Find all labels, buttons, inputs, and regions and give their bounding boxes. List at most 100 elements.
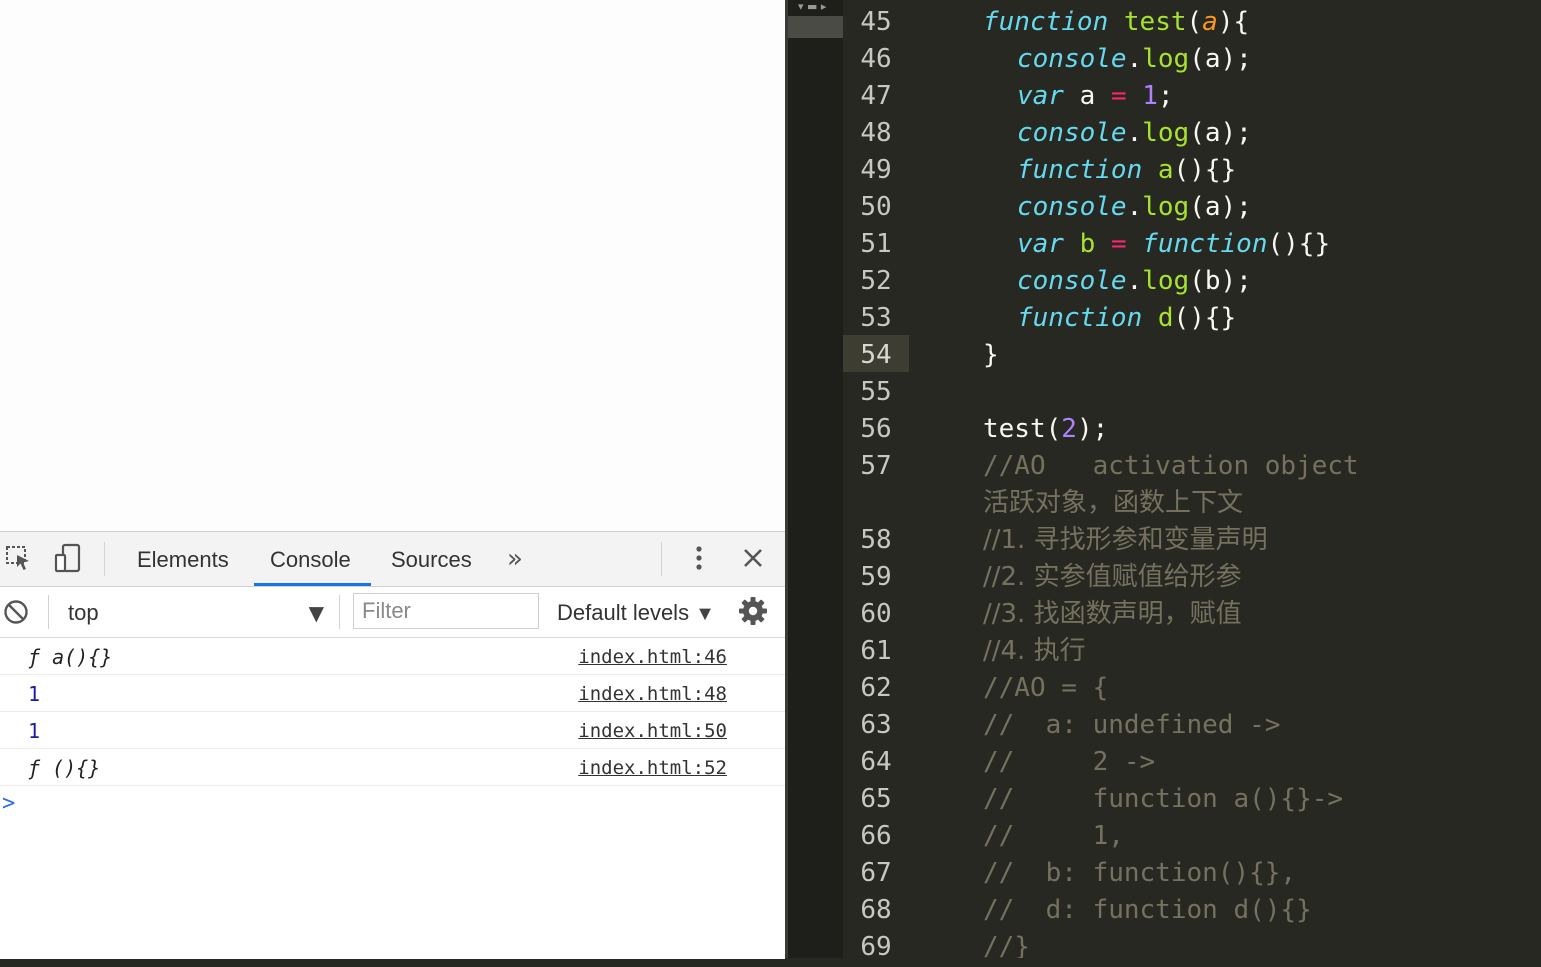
code-line: 活跃对象，函数上下文 bbox=[983, 483, 1243, 520]
code-token: function bbox=[983, 7, 1109, 37]
code-token: (a); bbox=[1189, 44, 1252, 74]
line-number: 66 bbox=[860, 821, 892, 851]
code-line: console.log(b); bbox=[1017, 261, 1252, 298]
code-token: function bbox=[1142, 229, 1268, 259]
code-token: d bbox=[1157, 303, 1174, 333]
line-number: 63 bbox=[860, 710, 892, 740]
code-line: } bbox=[983, 335, 999, 372]
console-log-source-link[interactable]: index.html:52 bbox=[578, 749, 727, 787]
console-log-message: ƒ a(){} bbox=[28, 645, 113, 669]
code-line: console.log(a); bbox=[1017, 113, 1252, 150]
code-line: //2. 实参值赋值给形参 bbox=[983, 557, 1242, 594]
code-token: 2 bbox=[1061, 414, 1077, 444]
tab-sources[interactable]: Sources bbox=[391, 532, 472, 586]
toolbar-divider bbox=[104, 542, 105, 576]
line-number: 55 bbox=[860, 377, 892, 407]
code-line: // function a(){}-> bbox=[983, 779, 1343, 816]
filter-input[interactable] bbox=[353, 593, 539, 629]
code-token: // d: function d(){} bbox=[983, 895, 1312, 925]
tab-elements[interactable]: Elements bbox=[137, 532, 229, 586]
line-number: 61 bbox=[860, 636, 892, 666]
code-token: (){} bbox=[1173, 155, 1237, 185]
browser-pane: Elements Console Sources » top ▼ Filter … bbox=[0, 0, 785, 959]
clear-console-icon[interactable] bbox=[0, 596, 32, 628]
inspect-element-icon[interactable] bbox=[2, 542, 34, 574]
context-selector[interactable]: top ▼ bbox=[52, 595, 330, 629]
dropdown-arrow-icon: ▼ bbox=[695, 603, 715, 625]
code-line: // b: function(){}, bbox=[983, 853, 1296, 890]
code-line: //3. 找函数声明，赋值 bbox=[983, 594, 1242, 631]
code-token: 活跃对象，函数上下文 bbox=[983, 488, 1244, 518]
editor-minimap[interactable]: ▾ ▬ ▸ bbox=[788, 0, 843, 958]
code-line: function d(){} bbox=[1017, 298, 1236, 335]
code-line: //1. 寻找形参和变量声明 bbox=[983, 520, 1268, 557]
device-toolbar-icon[interactable] bbox=[52, 542, 84, 574]
console-log-source-link[interactable]: index.html:50 bbox=[578, 712, 727, 750]
console-log-row: 1 index.html:48 bbox=[0, 675, 785, 712]
code-token: function bbox=[1017, 303, 1143, 333]
line-number: 45 bbox=[860, 7, 892, 37]
log-levels-selector[interactable]: Default levels ▼ bbox=[557, 595, 715, 632]
console-log-message: 1 bbox=[28, 719, 41, 743]
line-number-gutter: 45 46 47 48 49 50 51 52 53 54 55 56 57 58 59 60 61 62 63 64… bbox=[843, 0, 913, 962]
console-prompt[interactable]: > bbox=[2, 791, 15, 816]
console-log-row: ƒ (){} index.html:52 bbox=[0, 749, 785, 786]
code-line: // 2 -> bbox=[983, 742, 1155, 779]
kebab-menu-icon[interactable] bbox=[683, 542, 715, 574]
code-line: //} bbox=[983, 927, 1030, 958]
code-token: //AO = { bbox=[983, 673, 1109, 703]
console-messages: ƒ a(){} index.html:46 1 index.html:48 1 index… bbox=[0, 638, 785, 786]
code-token: console bbox=[1017, 192, 1127, 222]
code-token: // 2 -> bbox=[983, 747, 1156, 777]
code-token: test( bbox=[983, 414, 1062, 444]
code-token: // 1, bbox=[983, 821, 1124, 851]
code-token: //} bbox=[983, 932, 1030, 958]
code-editor[interactable]: function test(a){console.log(a); var a = … bbox=[913, 0, 1541, 958]
code-token: 1 bbox=[1142, 81, 1158, 111]
line-number: 54 bbox=[843, 335, 909, 372]
code-token: ( bbox=[1186, 7, 1203, 37]
more-tabs-button[interactable]: » bbox=[507, 532, 523, 586]
code-token: //4. 执行 bbox=[983, 636, 1086, 666]
code-token: } bbox=[983, 340, 999, 370]
gear-icon[interactable] bbox=[737, 595, 769, 627]
code-token: //1. 寻找形参和变量声明 bbox=[983, 525, 1268, 555]
log-levels-label: Default levels bbox=[557, 600, 690, 625]
line-number: 48 bbox=[860, 118, 892, 148]
line-number: 67 bbox=[860, 858, 892, 888]
code-token: test bbox=[1123, 7, 1187, 37]
code-token: = bbox=[1110, 81, 1127, 111]
code-token: var bbox=[1017, 229, 1064, 259]
code-token: a bbox=[1202, 7, 1218, 37]
code-token: a bbox=[1157, 155, 1174, 185]
code-token: //3. 找函数声明，赋值 bbox=[983, 599, 1242, 629]
line-number: 49 bbox=[860, 155, 892, 185]
line-number: 64 bbox=[860, 747, 892, 777]
code-line: //AO = { bbox=[983, 668, 1108, 705]
code-line: function a(){} bbox=[1017, 150, 1236, 187]
toolbar-divider bbox=[661, 542, 662, 576]
code-line: test(2); bbox=[983, 409, 1108, 446]
context-value: top bbox=[68, 600, 99, 625]
line-number: 62 bbox=[860, 673, 892, 703]
code-token: ); bbox=[1076, 414, 1109, 444]
code-line: // d: function d(){} bbox=[983, 890, 1312, 927]
code-line: //AO activation object bbox=[983, 446, 1359, 483]
minimap-viewport[interactable] bbox=[788, 16, 843, 38]
console-log-source-link[interactable]: index.html:46 bbox=[578, 638, 727, 676]
line-number: 58 bbox=[860, 525, 892, 555]
console-log-source-link[interactable]: index.html:48 bbox=[578, 675, 727, 713]
line-number: 59 bbox=[860, 562, 892, 592]
code-token: b bbox=[1079, 229, 1096, 259]
code-token: var bbox=[1017, 81, 1064, 111]
filter-divider bbox=[48, 595, 49, 629]
close-icon[interactable] bbox=[737, 542, 769, 574]
code-token: a bbox=[1063, 81, 1111, 111]
code-token: console bbox=[1017, 266, 1127, 296]
tab-console[interactable]: Console bbox=[254, 532, 371, 586]
